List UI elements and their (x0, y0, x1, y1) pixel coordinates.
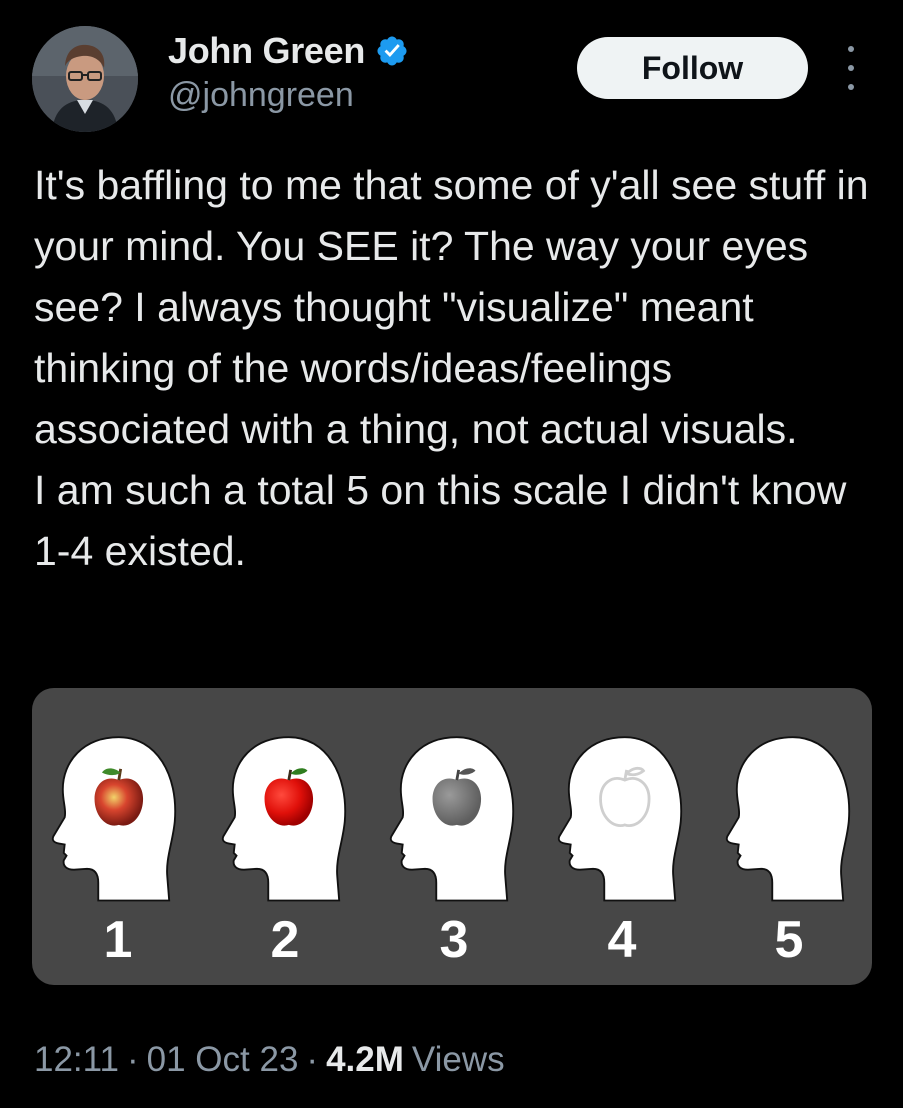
head-5-empty (725, 736, 851, 902)
tweet-media-image[interactable]: 1 2 3 4 5 (32, 688, 872, 985)
views-label: Views (411, 1040, 505, 1079)
author-display-name[interactable]: John Green (168, 30, 365, 72)
scale-label-2: 2 (270, 911, 300, 969)
more-vertical-icon[interactable] (836, 46, 866, 90)
tweet-time[interactable]: 12:11 (34, 1040, 119, 1080)
dot (848, 84, 854, 90)
scale-label-5: 5 (774, 911, 804, 969)
tweet-text: It's baffling to me that some of y'all s… (34, 155, 879, 582)
follow-button[interactable]: Follow (577, 37, 808, 99)
dot (848, 65, 854, 71)
tweet-meta: 12:11 · 01 Oct 23 · 4.2M Views (34, 1040, 505, 1080)
author-handle[interactable]: @johngreen (168, 76, 409, 115)
tweet-paragraph: It's baffling to me that some of y'all s… (34, 162, 880, 452)
head-3-gray-apple (389, 736, 515, 902)
verified-badge-icon[interactable] (375, 34, 409, 68)
separator: · (127, 1040, 139, 1079)
scale-label-1: 1 (103, 911, 133, 969)
head-2-red-apple (221, 736, 347, 902)
scale-label-4: 4 (607, 911, 637, 969)
author-block: John Green @johngreen (168, 30, 409, 115)
views-count: 4.2M (326, 1040, 404, 1079)
avatar[interactable] (32, 26, 138, 132)
head-1-realistic-apple (51, 736, 177, 902)
separator: · (306, 1040, 319, 1079)
scale-label-3: 3 (439, 911, 469, 969)
head-4-outline-apple (557, 736, 683, 902)
tweet-date[interactable]: 01 Oct 23 (147, 1040, 299, 1080)
dot (848, 46, 854, 52)
avatar-photo (32, 26, 138, 132)
tweet-paragraph: I am such a total 5 on this scale I didn… (34, 467, 858, 574)
